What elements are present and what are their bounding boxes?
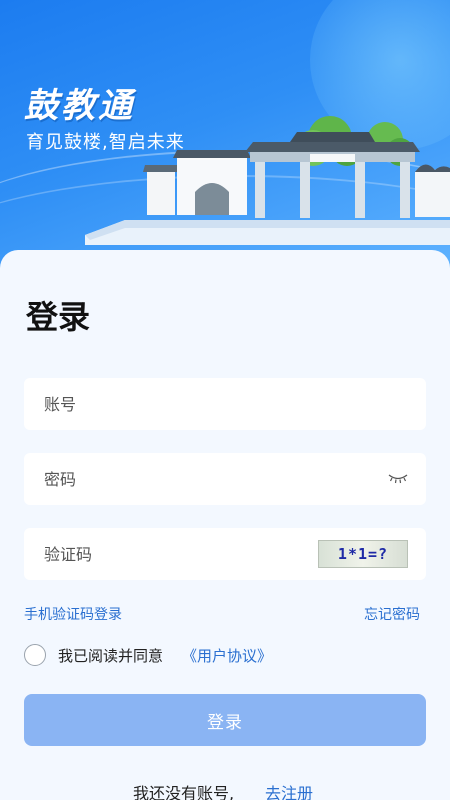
- login-button[interactable]: 登录: [24, 694, 426, 746]
- gate-building-illustration: [85, 116, 450, 245]
- account-input[interactable]: [44, 394, 304, 414]
- captcha-image[interactable]: 1*1=?: [318, 540, 408, 568]
- sms-login-link[interactable]: 手机验证码登录: [24, 604, 122, 624]
- eye-closed-icon[interactable]: [388, 472, 408, 484]
- register-link[interactable]: 去注册: [265, 780, 313, 800]
- agree-text: 我已阅读并同意: [58, 647, 164, 665]
- forgot-password-link[interactable]: 忘记密码: [364, 604, 420, 624]
- agree-checkbox[interactable]: [24, 644, 46, 666]
- hero-banner: 鼓教通 育见鼓楼,智启未来: [0, 0, 450, 275]
- user-agreement-link[interactable]: 《用户协议》: [182, 645, 272, 666]
- captcha-input[interactable]: [44, 544, 304, 564]
- captcha-field[interactable]: 1*1=?: [24, 528, 426, 580]
- password-input[interactable]: [44, 469, 304, 489]
- password-field[interactable]: [24, 453, 426, 505]
- account-field[interactable]: [24, 378, 426, 430]
- no-account-text: 我还没有账号,: [133, 784, 235, 800]
- login-heading: 登录: [26, 298, 91, 336]
